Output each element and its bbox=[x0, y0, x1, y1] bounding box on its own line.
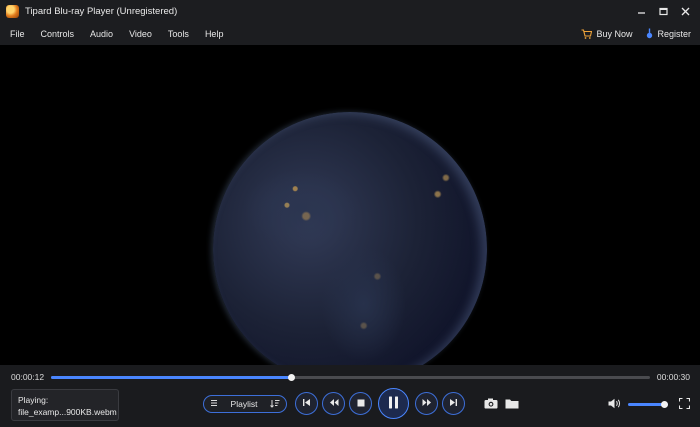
minimize-icon[interactable] bbox=[630, 0, 652, 22]
sort-order-icon[interactable] bbox=[270, 399, 280, 410]
pause-icon bbox=[388, 396, 399, 411]
progress-row: 00:00:12 00:00:30 bbox=[0, 365, 700, 387]
menu-audio[interactable]: Audio bbox=[81, 29, 120, 39]
control-bar: Playing: file_examp...900KB.webm Playlis… bbox=[0, 387, 700, 427]
video-area[interactable] bbox=[0, 45, 700, 365]
previous-track-button[interactable] bbox=[295, 392, 318, 415]
playlist-button[interactable]: Playlist bbox=[203, 395, 287, 413]
buy-now-label: Buy Now bbox=[596, 28, 633, 39]
buy-now-button[interactable]: Buy Now bbox=[581, 29, 632, 39]
app-logo-icon bbox=[6, 4, 19, 18]
fullscreen-button[interactable] bbox=[677, 397, 691, 411]
volume-button[interactable] bbox=[607, 397, 623, 411]
register-button[interactable]: Register bbox=[646, 28, 691, 39]
menu-tools[interactable]: Tools bbox=[159, 29, 196, 39]
seek-bar[interactable] bbox=[51, 374, 650, 381]
close-icon[interactable] bbox=[674, 0, 696, 22]
maximize-icon[interactable] bbox=[652, 0, 674, 22]
fast-forward-button[interactable] bbox=[415, 392, 438, 415]
open-folder-button[interactable] bbox=[504, 397, 520, 411]
speaker-icon bbox=[608, 398, 622, 411]
snapshot-button[interactable] bbox=[483, 397, 499, 411]
video-frame-earth bbox=[213, 112, 487, 365]
title-bar: Tipard Blu-ray Player (Unregistered) bbox=[0, 0, 700, 22]
now-playing-file: file_examp...900KB.webm bbox=[18, 407, 117, 417]
folder-icon bbox=[505, 398, 519, 411]
list-icon bbox=[210, 399, 218, 409]
register-label: Register bbox=[657, 28, 691, 39]
total-time: 00:00:30 bbox=[656, 372, 690, 382]
now-playing-box: Playing: file_examp...900KB.webm bbox=[11, 389, 119, 421]
volume-thumb[interactable] bbox=[661, 401, 668, 408]
pause-button[interactable] bbox=[378, 388, 409, 419]
menu-video[interactable]: Video bbox=[120, 29, 159, 39]
next-track-button[interactable] bbox=[442, 392, 465, 415]
seek-thumb[interactable] bbox=[287, 374, 295, 381]
now-playing-label: Playing: bbox=[18, 395, 49, 405]
skip-next-icon bbox=[449, 398, 458, 409]
window-title: Tipard Blu-ray Player (Unregistered) bbox=[25, 5, 178, 17]
rewind-button[interactable] bbox=[322, 392, 345, 415]
window-controls bbox=[630, 0, 696, 22]
key-icon bbox=[646, 28, 653, 39]
menu-file[interactable]: File bbox=[0, 29, 32, 39]
rewind-icon bbox=[329, 398, 339, 409]
cart-icon bbox=[581, 28, 593, 39]
current-time: 00:00:12 bbox=[11, 372, 45, 382]
menu-bar: File Controls Audio Video Tools Help Buy… bbox=[0, 22, 700, 45]
seek-bar-fill bbox=[51, 376, 291, 379]
fast-forward-icon bbox=[422, 398, 432, 409]
volume-slider[interactable] bbox=[628, 401, 668, 408]
stop-button[interactable] bbox=[349, 392, 372, 415]
menu-help[interactable]: Help bbox=[196, 29, 231, 39]
playlist-label: Playlist bbox=[230, 399, 258, 409]
menu-right-links: Buy Now Register bbox=[567, 22, 691, 45]
camera-icon bbox=[484, 398, 498, 411]
fullscreen-icon bbox=[678, 397, 690, 411]
skip-previous-icon bbox=[302, 398, 311, 409]
menu-controls[interactable]: Controls bbox=[32, 29, 82, 39]
stop-icon bbox=[357, 399, 365, 409]
